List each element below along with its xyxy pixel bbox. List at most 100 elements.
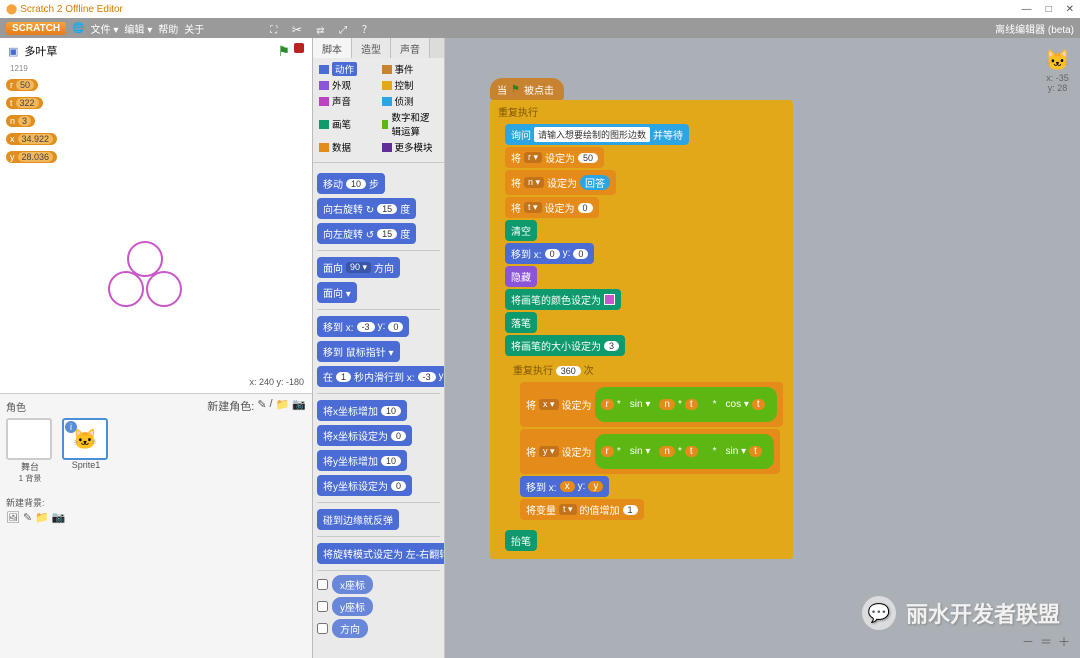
stage-canvas[interactable] <box>0 167 312 377</box>
stage-thumbnail[interactable]: 舞台 1 背景 <box>6 418 54 484</box>
cat-更多模块[interactable]: 更多模块 <box>382 140 439 154</box>
sprite-position: 🐱 x: -35y: 28 <box>1045 48 1070 93</box>
tab-costumes[interactable]: 造型 <box>352 38 391 58</box>
clover-drawing <box>100 237 190 327</box>
blk-pen-color: 将画笔的颜色设定为 <box>505 289 621 310</box>
green-flag-icon[interactable]: ⚑ <box>277 43 290 60</box>
blk-pen-down: 落笔 <box>505 312 537 333</box>
cat-事件[interactable]: 事件 <box>382 62 439 76</box>
tab-scripts[interactable]: 脚本 <box>313 38 352 58</box>
block-palette: 移动10步 向右旋转 ↻15度 向左旋转 ↺15度 面向90 ▾方向 面向 ▾ … <box>313 167 444 658</box>
edit-menu[interactable]: 编辑 ▾ <box>124 21 152 36</box>
cat-数字和逻辑运算[interactable]: 数字和逻辑运算 <box>382 110 439 138</box>
blk-bounce[interactable]: 碰到边缘就反弹 <box>317 509 399 530</box>
blk-chg-t: 将变量t ▾的值增加1 <box>520 499 644 520</box>
chk-dir[interactable] <box>317 623 328 634</box>
script-area[interactable]: 🐱 x: -35y: 28 － ＝ ＋ 当⚑被点击 重复执行 询问请输入想要绘制… <box>445 38 1080 658</box>
zoom-reset-icon[interactable]: ＝ <box>1040 633 1052 650</box>
cat-动作[interactable]: 动作 <box>319 62 376 76</box>
var-x[interactable]: x34.922 <box>6 133 57 145</box>
blk-chgy[interactable]: 将y坐标增加10 <box>317 450 407 471</box>
blk-setx[interactable]: 将x坐标设定为0 <box>317 425 412 446</box>
minimize-button[interactable]: — <box>1022 4 1032 15</box>
blk-chgx[interactable]: 将x坐标增加10 <box>317 400 407 421</box>
scratch-logo[interactable]: SCRATCH <box>6 22 66 35</box>
blk-goto-xy2: 移到 x:xy:y <box>520 476 609 497</box>
var-y[interactable]: y28.036 <box>6 151 57 163</box>
blk-point-dir[interactable]: 面向90 ▾方向 <box>317 257 400 278</box>
blk-glide[interactable]: 在1秒内滑行到 x:-3 y:0 <box>317 366 444 387</box>
new-backdrop-label: 新建背景: <box>6 496 306 509</box>
script-stack[interactable]: 当⚑被点击 重复执行 询问请输入想要绘制的图形边数并等待 将r ▾设定为50 将… <box>490 78 793 559</box>
menu-bar: SCRATCH 🌐 文件 ▾ 编辑 ▾ 帮助 关于 ⛶ ✂ ⇄ ⤢ ？ 离线编辑… <box>0 18 1080 38</box>
cat-声音[interactable]: 声音 <box>319 94 376 108</box>
blk-turn-r[interactable]: 向右旋转 ↻15度 <box>317 198 416 219</box>
cat-侦测[interactable]: 侦测 <box>382 94 439 108</box>
variable-monitors: r50 t322 n3 x34.922 y28.036 <box>0 73 312 167</box>
blk-goto-xy[interactable]: 移到 x:-3 y:0 <box>317 316 409 337</box>
var-r[interactable]: r50 <box>6 79 38 91</box>
window-title: Scratch 2 Offline Editor <box>20 4 123 15</box>
blk-rotstyle[interactable]: 将旋转模式设定为 左-右翻转 ▾ <box>317 543 444 564</box>
hat-green-flag: 当⚑被点击 <box>490 78 564 100</box>
blk-set-r: 将r ▾设定为50 <box>505 147 604 168</box>
blk-set-t: 将t ▾设定为0 <box>505 197 599 218</box>
globe-icon[interactable]: 🌐 <box>72 23 84 34</box>
maximize-button[interactable]: □ <box>1046 4 1052 15</box>
chk-ypos[interactable] <box>317 601 328 612</box>
cat-画笔[interactable]: 画笔 <box>319 110 376 138</box>
blk-ask: 询问请输入想要绘制的图形边数并等待 <box>505 124 689 145</box>
blk-pen-up: 抬笔 <box>505 530 537 551</box>
chk-xpos[interactable] <box>317 579 328 590</box>
backdrop-camera-icon[interactable]: 📷 <box>52 511 66 524</box>
editor-tabs: 脚本 造型 声音 <box>313 38 444 58</box>
categories: 动作事件外观控制声音侦测画笔数字和逻辑运算数据更多模块 <box>313 58 444 158</box>
file-menu[interactable]: 文件 ▾ <box>91 21 119 36</box>
camera-sprite-icon[interactable]: 📷 <box>292 398 306 414</box>
about-menu[interactable]: 关于 <box>184 21 204 36</box>
rep-dir[interactable]: 方向 <box>332 619 368 638</box>
blk-goto-00: 移到 x:0 y:0 <box>505 243 594 264</box>
backdrop-paint-icon[interactable]: ✎ <box>23 511 32 524</box>
offline-label: 离线编辑器 (beta) <box>995 21 1074 36</box>
repeat-wrap: 重复执行 360 次 将x ▾设定为 r*sin ▾n*t*cos ▾t 将y … <box>505 358 788 528</box>
sprite1-thumbnail[interactable]: i🐱 Sprite1 <box>62 418 110 484</box>
fullscreen-icon[interactable]: ▣ <box>8 45 18 58</box>
flag-icon: ⚑ <box>511 84 520 95</box>
library-sprite-icon[interactable]: / <box>270 398 273 414</box>
blk-set-x: 将x ▾设定为 r*sin ▾n*t*cos ▾t <box>520 382 783 427</box>
backdrop-library-icon[interactable]: 🖼 <box>6 511 20 524</box>
blk-move[interactable]: 移动10步 <box>317 173 385 194</box>
zoom-out-icon[interactable]: － <box>1022 633 1034 650</box>
blk-set-y: 将y ▾设定为 r*sin ▾n*t*sin ▾t <box>520 429 780 474</box>
stage-coords: x: 240 y: -180 <box>0 377 312 393</box>
rep-xpos[interactable]: x座标 <box>332 575 373 594</box>
blk-hide: 隐藏 <box>505 266 537 287</box>
var-t[interactable]: t322 <box>6 97 43 109</box>
cat-数据[interactable]: 数据 <box>319 140 376 154</box>
stop-icon[interactable] <box>294 43 304 53</box>
cat-外观[interactable]: 外观 <box>319 78 376 92</box>
blk-goto-mouse[interactable]: 移到 鼠标指针 ▾ <box>317 341 400 362</box>
blk-clear: 清空 <box>505 220 537 241</box>
blk-sety[interactable]: 将y坐标设定为0 <box>317 475 412 496</box>
close-button[interactable]: ✕ <box>1066 4 1074 15</box>
cat-控制[interactable]: 控制 <box>382 78 439 92</box>
rep-ypos[interactable]: y座标 <box>332 597 373 616</box>
tab-sounds[interactable]: 声音 <box>391 38 430 58</box>
paint-sprite-icon[interactable]: ✎ <box>257 398 266 414</box>
blk-point-to[interactable]: 面向 ▾ <box>317 282 357 303</box>
op-x: r*sin ▾n*t*cos ▾t <box>595 387 777 422</box>
help-menu[interactable]: 帮助 <box>158 21 178 36</box>
backdrop-upload-icon[interactable]: 📁 <box>35 511 49 524</box>
zoom-in-icon[interactable]: ＋ <box>1058 633 1070 650</box>
blk-turn-l[interactable]: 向左旋转 ↺15度 <box>317 223 416 244</box>
toolbar-icons[interactable]: ⛶ ✂ ⇄ ⤢ ？ <box>270 21 378 36</box>
var-n[interactable]: n3 <box>6 115 35 127</box>
sprites-label: 角色 <box>6 399 26 414</box>
project-title[interactable]: 多叶草 <box>24 43 57 59</box>
stage-subinfo: 1219 <box>0 64 312 73</box>
window-titlebar: ⬤ Scratch 2 Offline Editor — □ ✕ <box>0 0 1080 18</box>
upload-sprite-icon[interactable]: 📁 <box>276 398 290 414</box>
sprite-info-icon[interactable]: i <box>65 421 77 433</box>
